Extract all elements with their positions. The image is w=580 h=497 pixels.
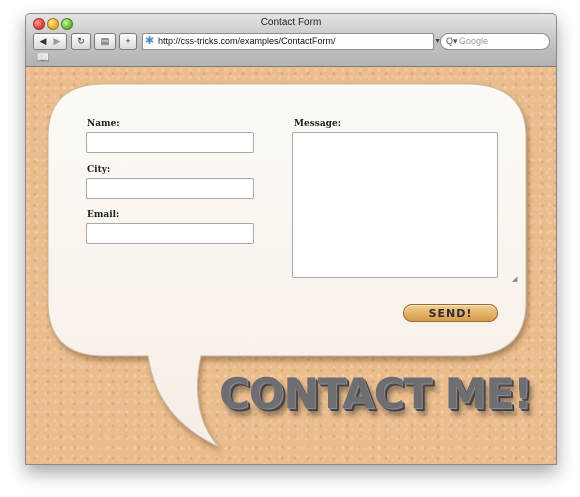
city-label: City:	[87, 165, 111, 175]
search-field[interactable]: Q▾ Google	[440, 33, 550, 50]
back-forward-buttons[interactable]: ◀ ▶	[33, 33, 67, 50]
name-input[interactable]	[86, 132, 254, 153]
add-bookmark-button[interactable]: +	[119, 33, 137, 50]
reload-icon: ↻	[77, 36, 85, 46]
contact-me-heading: CONTACT ME!	[219, 369, 532, 418]
send-button[interactable]: SEND!	[403, 304, 498, 322]
search-placeholder: Google	[459, 36, 489, 46]
reload-button[interactable]: ↻	[71, 33, 91, 50]
browser-window: Contact Form ◀ ▶ ↻ ▤ + ✱ http://css-trick…	[25, 13, 557, 465]
name-label: Name:	[87, 119, 120, 129]
snapback-icon: ▤	[100, 36, 110, 46]
snapback-button[interactable]: ▤	[94, 33, 116, 50]
back-arrow-icon[interactable]: ◀	[36, 34, 50, 49]
message-label: Message:	[294, 119, 341, 129]
bookmarks-book-icon[interactable]: 📖	[36, 51, 50, 65]
city-input[interactable]	[86, 178, 254, 199]
message-textarea[interactable]	[292, 132, 498, 278]
textarea-resize-grip-icon[interactable]: ◢	[512, 276, 517, 283]
window-title: Contact Form	[260, 17, 322, 28]
address-url[interactable]: http://css-tricks.com/examples/ContactFo…	[158, 34, 336, 49]
search-icon: Q▾	[446, 36, 458, 46]
forward-arrow-icon[interactable]: ▶	[50, 34, 64, 49]
browser-toolbar: Contact Form ◀ ▶ ↻ ▤ + ✱ http://css-trick…	[26, 14, 556, 67]
email-label: Email:	[87, 210, 120, 220]
email-input[interactable]	[86, 223, 254, 244]
address-bar[interactable]: ✱ http://css-tricks.com/examples/Contact…	[142, 33, 441, 50]
page-content: Name: City: Email: Message: ◢ SEND! CONT…	[26, 67, 556, 464]
site-favicon-icon: ✱	[145, 35, 155, 47]
